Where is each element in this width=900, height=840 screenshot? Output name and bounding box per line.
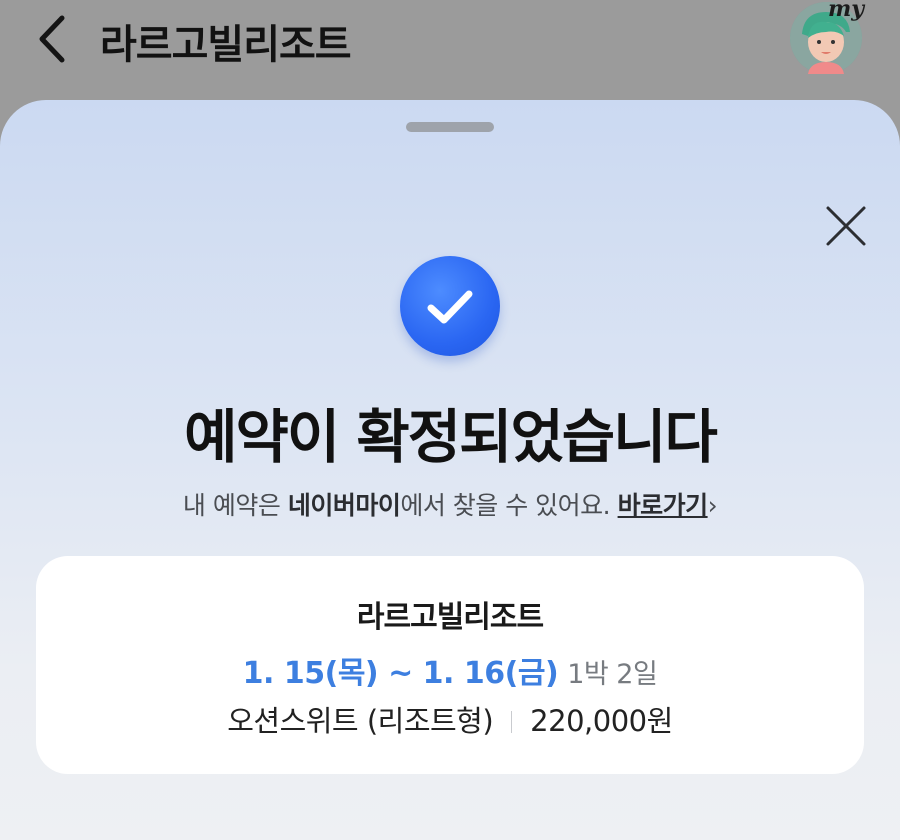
top-app-bar: 라르고빌리조트 my: [0, 0, 900, 96]
confirmation-headline: 예약이 확정되었습니다: [184, 403, 718, 471]
divider: [511, 711, 513, 733]
chevron-left-icon: [39, 15, 65, 63]
check-icon: [427, 290, 473, 324]
sheet-drag-handle[interactable]: [406, 122, 494, 132]
confirmation-sheet: 예약이 확정되었습니다 내 예약은 네이버마이에서 찾을 수 있어요. 바로가기…: [0, 100, 900, 840]
close-button[interactable]: [822, 202, 870, 250]
my-tag: my: [828, 0, 865, 22]
subtext-prefix: 내 예약은: [182, 491, 288, 520]
booking-summary-card: 라르고빌리조트 1. 15(목) ~ 1. 16(금) 1박 2일 오션스위트 …: [36, 556, 864, 774]
property-name: 라르고빌리조트: [356, 600, 544, 635]
goto-link[interactable]: 바로가기: [618, 491, 709, 520]
date-range: 1. 15(목) ~ 1. 16(금): [242, 656, 559, 691]
confirmation-subtext: 내 예약은 네이버마이에서 찾을 수 있어요. 바로가기›: [0, 486, 900, 522]
stay-dates: 1. 15(목) ~ 1. 16(금) 1박 2일: [36, 648, 864, 692]
page-title: 라르고빌리조트: [100, 22, 352, 68]
nights-count: 1박 2일: [567, 659, 658, 690]
room-type: 오션스위트 (리조트형): [227, 704, 494, 738]
price: 220,000원: [530, 704, 673, 738]
success-check-badge: [400, 256, 500, 356]
subtext-suffix: 에서 찾을 수 있어요.: [400, 491, 618, 520]
close-icon: [826, 206, 866, 246]
back-button[interactable]: [30, 14, 74, 64]
naver-my-brand: 네이버마이: [287, 491, 401, 520]
room-and-price: 오션스위트 (리조트형) 220,000원: [36, 698, 864, 740]
chevron-right-icon[interactable]: ›: [708, 491, 718, 520]
avatar[interactable]: my: [790, 0, 865, 74]
